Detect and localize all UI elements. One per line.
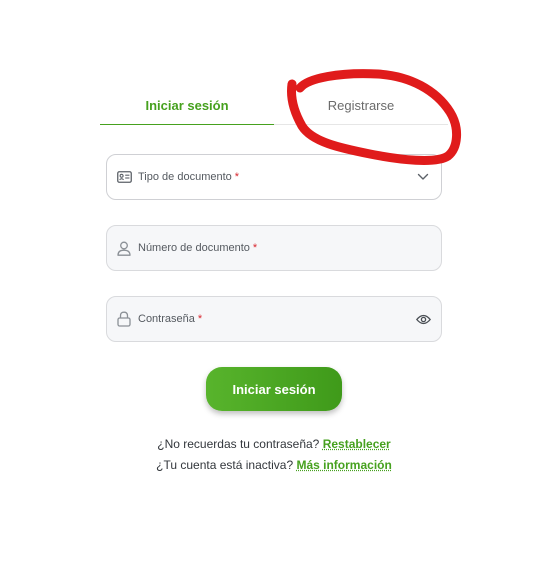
login-button[interactable]: Iniciar sesión	[206, 367, 342, 411]
required-mark: *	[234, 171, 240, 183]
document-type-label: Tipo de documento	[138, 171, 232, 183]
inactive-account-text: ¿Tu cuenta está inactiva?	[156, 458, 294, 472]
required-mark: *	[197, 313, 203, 325]
eye-icon[interactable]	[415, 311, 431, 327]
lock-icon	[116, 311, 132, 327]
id-card-icon	[116, 169, 132, 185]
login-page: Iniciar sesión Registrarse Tipo de docum…	[0, 0, 560, 568]
document-type-select[interactable]: Tipo de documento *	[106, 154, 442, 200]
user-icon	[116, 240, 132, 256]
forgot-password-line: ¿No recuerdas tu contraseña? Restablecer	[0, 437, 548, 451]
red-marker-annotation	[287, 69, 461, 165]
document-number-field[interactable]: Número de documento *	[106, 225, 442, 271]
password-field[interactable]: Contraseña *	[106, 296, 442, 342]
more-info-link[interactable]: Más información	[296, 458, 391, 472]
reset-password-link[interactable]: Restablecer	[323, 437, 391, 451]
tab-login[interactable]: Iniciar sesión	[100, 88, 274, 125]
tab-register[interactable]: Registrarse	[274, 88, 448, 124]
password-label: Contraseña	[138, 313, 195, 325]
document-number-label: Número de documento	[138, 242, 250, 254]
forgot-password-text: ¿No recuerdas tu contraseña?	[157, 437, 320, 451]
auth-tabs: Iniciar sesión Registrarse	[100, 88, 448, 125]
inactive-account-line: ¿Tu cuenta está inactiva? Más informació…	[0, 458, 548, 472]
chevron-down-icon[interactable]	[415, 169, 431, 185]
required-mark: *	[252, 242, 258, 254]
